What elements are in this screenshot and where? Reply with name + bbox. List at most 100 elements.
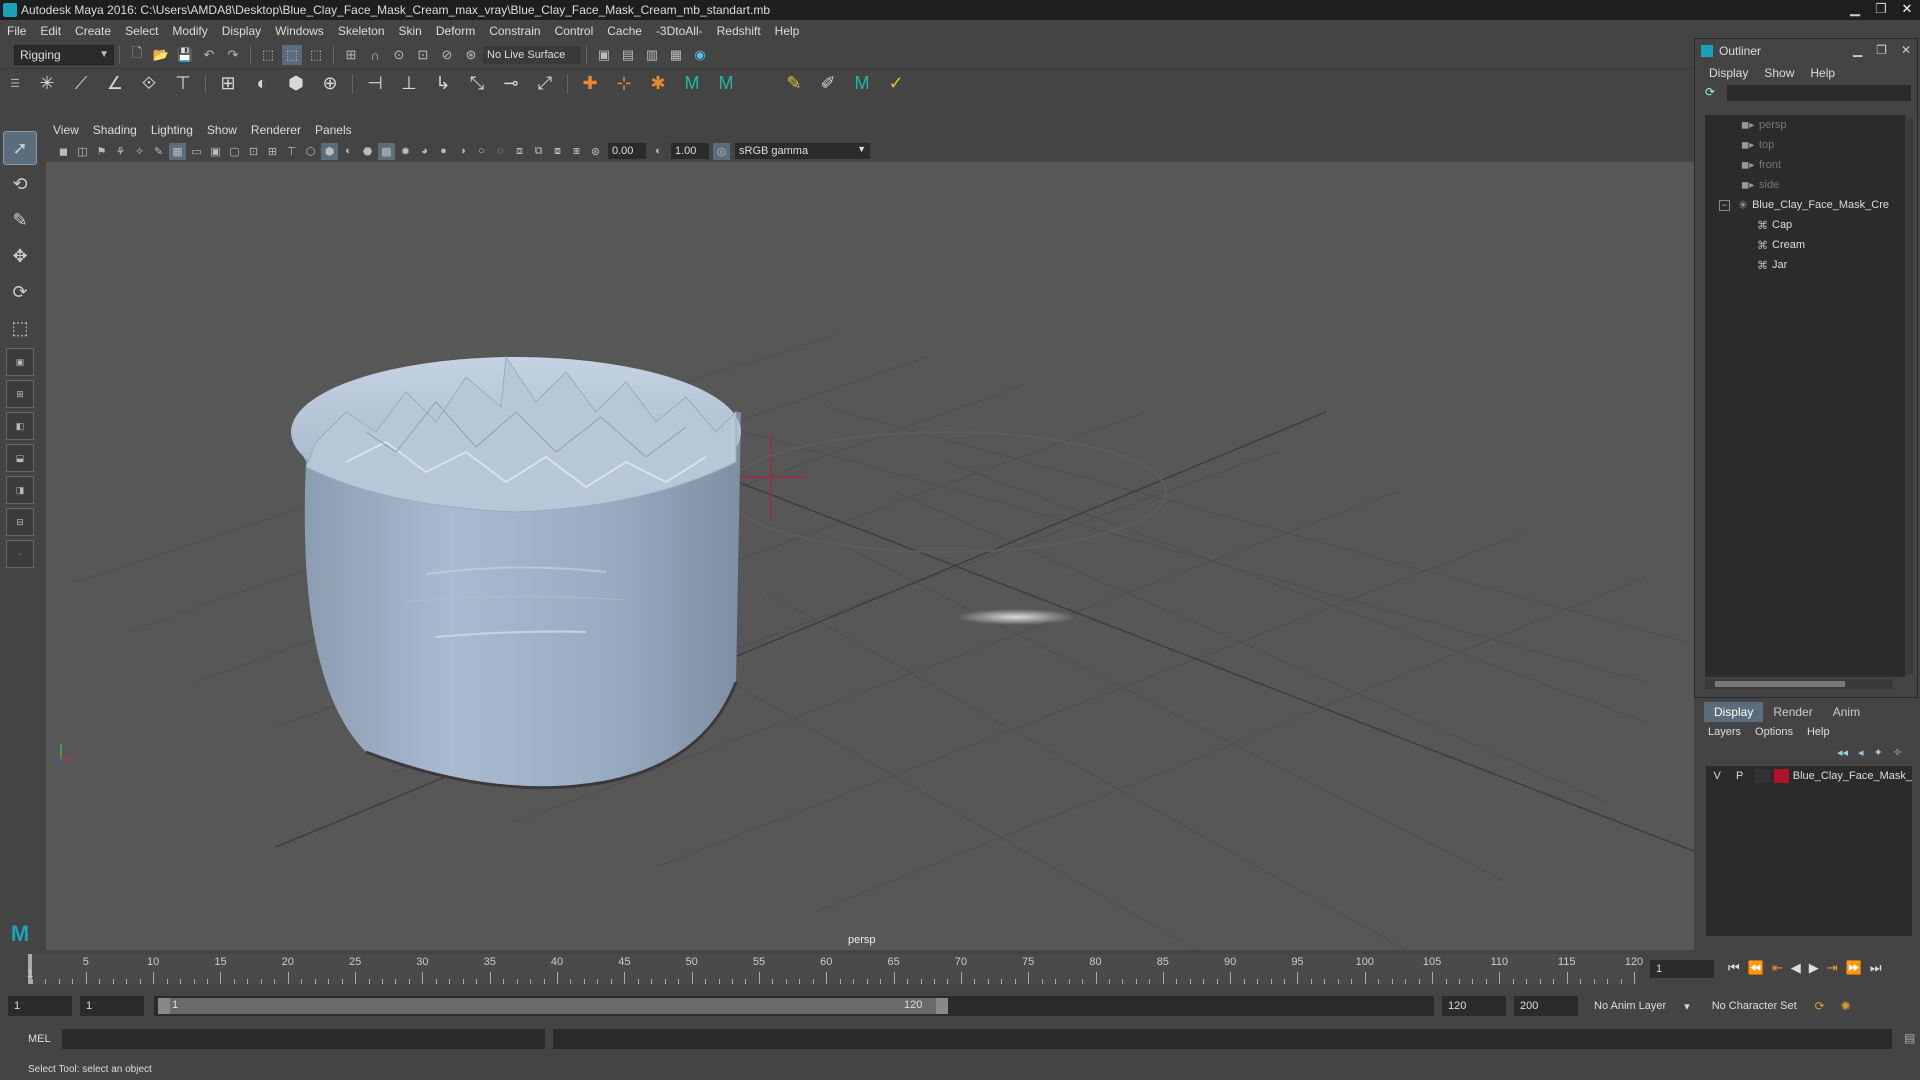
range-bar[interactable]: 1 120 bbox=[154, 996, 1434, 1016]
maya-m2-icon[interactable]: M bbox=[712, 71, 740, 97]
undo-icon[interactable]: ↶ bbox=[199, 45, 219, 65]
menu-skin[interactable]: Skin bbox=[392, 24, 429, 38]
range-start-knob[interactable] bbox=[158, 998, 170, 1014]
locator-joint-icon[interactable]: ⊹ bbox=[610, 71, 638, 97]
persp-outliner-layout-icon[interactable]: ◧ bbox=[6, 412, 34, 440]
command-input[interactable] bbox=[61, 1029, 546, 1049]
default-material-icon[interactable]: ◐ bbox=[340, 143, 357, 160]
locator-icon[interactable]: ✚ bbox=[576, 71, 604, 97]
go-to-end-icon[interactable]: ⏭ bbox=[1870, 960, 1882, 976]
menu-3dtoall[interactable]: -3DtoAll- bbox=[649, 24, 710, 38]
aim-constraint-icon[interactable]: ⊸ bbox=[497, 71, 525, 97]
move-layer-up-icon[interactable]: ◂◂ bbox=[1837, 746, 1848, 759]
use-all-lights-icon[interactable]: ✹ bbox=[397, 143, 414, 160]
safe-action-icon[interactable]: ⊞ bbox=[264, 143, 281, 160]
layer-type-toggle[interactable] bbox=[1754, 769, 1770, 783]
menu-display[interactable]: Display bbox=[215, 24, 268, 38]
pole-vector-icon[interactable]: ⤢ bbox=[531, 71, 559, 97]
hypershade-icon[interactable]: ◉ bbox=[690, 45, 710, 65]
open-scene-icon[interactable]: 📂 bbox=[151, 45, 171, 65]
grid-icon[interactable]: ▦ bbox=[169, 142, 186, 160]
script-editor-icon[interactable]: ▤ bbox=[1904, 1031, 1920, 1047]
maya-m-icon[interactable]: M bbox=[678, 71, 706, 97]
live-surface-field[interactable]: No Live Surface bbox=[483, 46, 581, 64]
paint-select-icon[interactable]: ✎ bbox=[4, 204, 36, 236]
render-view-icon[interactable]: ▦ bbox=[666, 45, 686, 65]
menu-redshift[interactable]: Redshift bbox=[710, 24, 768, 38]
range-handle[interactable] bbox=[158, 998, 948, 1014]
xray-icon[interactable]: ⧉ bbox=[530, 143, 547, 160]
wireframe-icon[interactable]: ⬡ bbox=[302, 143, 319, 160]
render-frame-icon[interactable]: ▤ bbox=[618, 45, 638, 65]
vp-menu-shading[interactable]: Shading bbox=[86, 123, 144, 137]
snap-point-icon[interactable]: ⊙ bbox=[389, 45, 409, 65]
bind-skin-icon[interactable]: ⊞ bbox=[214, 71, 242, 97]
layer-menu-options[interactable]: Options bbox=[1755, 726, 1807, 738]
scrollbar-thumb[interactable] bbox=[1715, 681, 1845, 687]
playback-end-field[interactable]: 120 bbox=[1442, 996, 1506, 1016]
2d-pan-zoom-icon[interactable]: ✧ bbox=[131, 143, 148, 160]
view-transform-dropdown[interactable]: sRGB gamma ▼ bbox=[735, 143, 870, 159]
point-constraint-icon[interactable]: ⊥ bbox=[395, 71, 423, 97]
character-set-dropdown[interactable]: No Character Set bbox=[1706, 996, 1803, 1016]
go-to-start-icon[interactable]: ⏮ bbox=[1728, 960, 1740, 976]
exposure-field[interactable]: 0.00 bbox=[608, 143, 646, 159]
animation-end-field[interactable]: 200 bbox=[1514, 996, 1578, 1016]
vp-menu-renderer[interactable]: Renderer bbox=[244, 123, 308, 137]
select-object-icon[interactable]: ⬚ bbox=[282, 45, 302, 65]
menu-edit[interactable]: Edit bbox=[33, 24, 68, 38]
layer-color-swatch[interactable] bbox=[1773, 769, 1789, 783]
field-chart-icon[interactable]: ⊡ bbox=[245, 143, 262, 160]
range-end-knob[interactable] bbox=[936, 998, 948, 1014]
select-tool-icon[interactable]: ➚ bbox=[3, 131, 37, 165]
vp-menu-show[interactable]: Show bbox=[200, 123, 244, 137]
tab-display[interactable]: Display bbox=[1704, 702, 1764, 722]
textured-icon[interactable]: ▩ bbox=[378, 142, 395, 160]
new-empty-layer-icon[interactable]: ✦ bbox=[1874, 746, 1883, 759]
outliner-menu-help[interactable]: Help bbox=[1802, 66, 1843, 80]
bookmark-icon[interactable]: ⚑ bbox=[93, 143, 110, 160]
new-scene-icon[interactable]: 🗋 bbox=[127, 45, 147, 65]
move-layer-down-icon[interactable]: ◂ bbox=[1858, 746, 1864, 759]
orient-joint-icon[interactable]: ⊤ bbox=[169, 71, 197, 97]
menu-constrain[interactable]: Constrain bbox=[482, 24, 547, 38]
step-back-frame-icon[interactable]: ⏪ bbox=[1748, 960, 1764, 976]
play-backwards-icon[interactable]: ◀ bbox=[1791, 960, 1801, 976]
redo-icon[interactable]: ↷ bbox=[223, 45, 243, 65]
layer-playback-toggle[interactable]: P bbox=[1728, 770, 1750, 782]
ik-handle-icon[interactable]: ⟋ bbox=[67, 71, 95, 97]
menu-deform[interactable]: Deform bbox=[429, 24, 482, 38]
menu-modify[interactable]: Modify bbox=[165, 24, 214, 38]
camera-select-icon[interactable]: ◼ bbox=[55, 143, 72, 160]
maya-m3-icon[interactable]: M bbox=[848, 71, 876, 97]
select-hierarchy-icon[interactable]: ⬚ bbox=[258, 45, 278, 65]
lattice-icon[interactable]: ⬢ bbox=[282, 71, 310, 97]
joint-tool-icon[interactable]: ✳ bbox=[33, 71, 61, 97]
grease-pencil-icon[interactable]: ✎ bbox=[150, 143, 167, 160]
select-component-icon[interactable]: ⬚ bbox=[306, 45, 326, 65]
blank-shelf-icon[interactable] bbox=[746, 71, 774, 97]
vp-menu-lighting[interactable]: Lighting bbox=[144, 123, 200, 137]
outliner-item-group[interactable]: − ✳ Blue_Clay_Face_Mask_Cre bbox=[1705, 195, 1905, 215]
xray-components-icon[interactable]: ⧆ bbox=[568, 143, 585, 160]
outliner-item-cream[interactable]: ⌘ Cream bbox=[1705, 235, 1905, 255]
outliner-close-button[interactable]: ✕ bbox=[1901, 43, 1911, 57]
playback-start-field[interactable]: 1 bbox=[80, 996, 144, 1016]
outliner-layout-icon[interactable]: ⊟ bbox=[6, 508, 34, 536]
four-view-layout-icon[interactable]: ⊞ bbox=[6, 380, 34, 408]
menu-cache[interactable]: Cache bbox=[600, 24, 649, 38]
layer-menu-help[interactable]: Help bbox=[1807, 726, 1844, 738]
snap-view-plane-icon[interactable]: ⊡ bbox=[413, 45, 433, 65]
layer-menu-layers[interactable]: Layers bbox=[1708, 726, 1755, 738]
refresh-icon[interactable]: ⟳ bbox=[1705, 85, 1721, 101]
collapse-icon[interactable]: − bbox=[1719, 199, 1730, 211]
menu-control[interactable]: Control bbox=[548, 24, 601, 38]
outliner-minimize-button[interactable]: ▁ bbox=[1853, 43, 1862, 57]
more-layouts-icon[interactable]: · bbox=[6, 540, 34, 568]
menu-select[interactable]: Select bbox=[118, 24, 165, 38]
xray-joints-icon[interactable]: ⧇ bbox=[549, 143, 566, 160]
snap-grid-icon[interactable]: ⊞ bbox=[341, 45, 361, 65]
script-language-label[interactable]: MEL bbox=[0, 1028, 62, 1050]
image-plane-icon[interactable]: ⚘ bbox=[112, 143, 129, 160]
save-scene-icon[interactable]: 💾 bbox=[175, 45, 195, 65]
